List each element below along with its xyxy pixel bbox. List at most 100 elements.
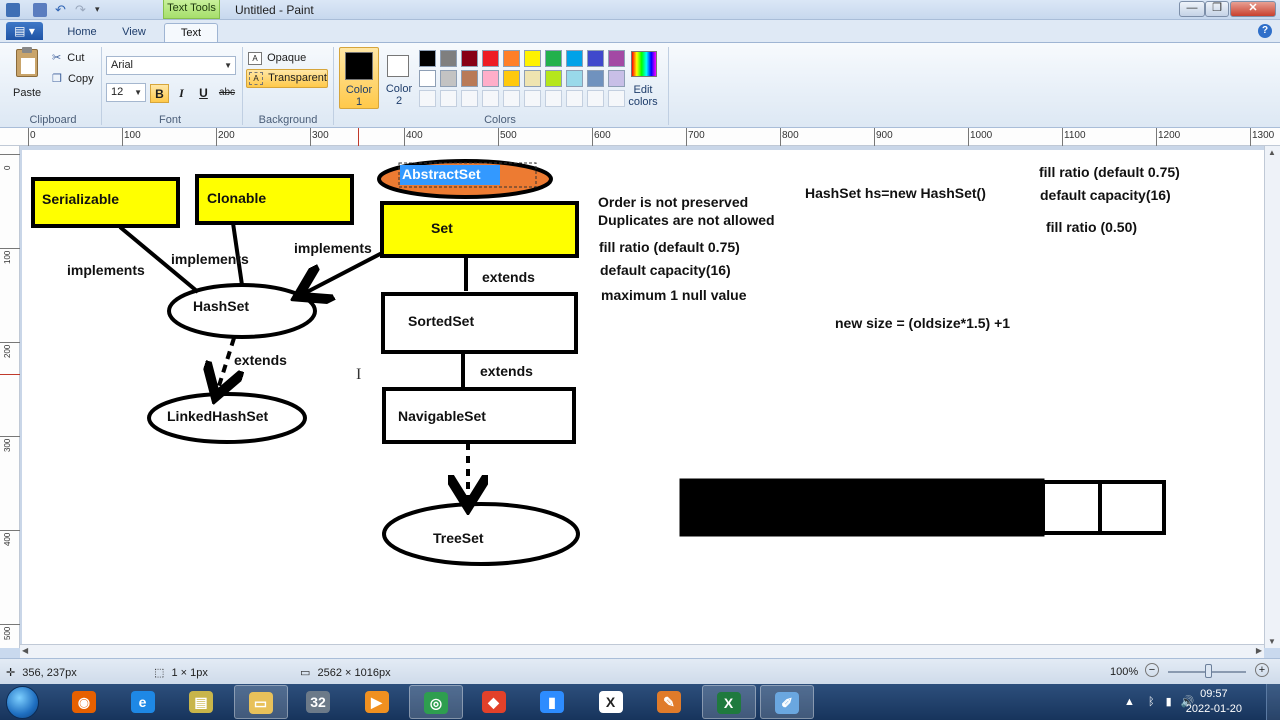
- color1-button[interactable]: Color 1: [339, 47, 379, 109]
- palette-swatch[interactable]: [566, 70, 583, 87]
- taskbar-media-button[interactable]: ▶: [351, 685, 405, 719]
- palette-swatch-empty[interactable]: [587, 90, 604, 107]
- bold-button[interactable]: B: [150, 84, 169, 103]
- palette-swatch[interactable]: [440, 70, 457, 87]
- taskbar-xming-button[interactable]: X: [585, 685, 639, 719]
- scroll-left-icon[interactable]: ◀: [22, 646, 28, 655]
- taskbar-zoom-button[interactable]: ▮: [526, 685, 580, 719]
- transparent-button[interactable]: A Transparent: [246, 69, 328, 88]
- scroll-down-icon[interactable]: ▼: [1268, 637, 1276, 646]
- taskbar-anydesk-button[interactable]: ◆: [468, 685, 522, 719]
- clock[interactable]: 09:57 2022-01-20: [1186, 687, 1242, 717]
- palette-swatch[interactable]: [608, 70, 625, 87]
- palette-swatch[interactable]: [482, 70, 499, 87]
- note-new-size-formula: new size = (oldsize*1.5) +1: [835, 315, 1011, 331]
- scroll-up-icon[interactable]: ▲: [1268, 148, 1276, 157]
- paint-menu-button[interactable]: ▤ ▾: [6, 22, 43, 40]
- palette-swatch[interactable]: [587, 70, 604, 87]
- palette-swatch[interactable]: [566, 50, 583, 67]
- opaque-button[interactable]: A Opaque: [248, 50, 328, 67]
- ruler-tick: [0, 624, 20, 625]
- bluetooth-icon[interactable]: ᛒ: [1148, 696, 1155, 708]
- palette-swatch-empty[interactable]: [566, 90, 583, 107]
- close-button[interactable]: ✕: [1230, 1, 1276, 17]
- ruler-tick: [686, 128, 687, 146]
- implements-label: implements: [171, 251, 249, 267]
- tab-view[interactable]: View: [110, 23, 158, 42]
- italic-button[interactable]: I: [172, 84, 191, 103]
- palette-swatch[interactable]: [503, 50, 520, 67]
- taskbar-notes-button[interactable]: ▤: [175, 685, 229, 719]
- extends-label: extends: [234, 352, 287, 368]
- redo-icon[interactable]: ↷: [75, 3, 89, 17]
- zoom-slider-thumb[interactable]: [1205, 664, 1212, 678]
- palette-swatch[interactable]: [503, 70, 520, 87]
- horizontal-scrollbar[interactable]: ◀ ▶: [20, 644, 1264, 658]
- palette-swatch[interactable]: [587, 50, 604, 67]
- palette-swatch-empty[interactable]: [503, 90, 520, 107]
- palette-swatch[interactable]: [524, 50, 541, 67]
- copy-button[interactable]: ❐ Copy: [52, 72, 94, 85]
- rainbow-palette-icon: [631, 51, 657, 77]
- taskbar-firefox-button[interactable]: ◉: [58, 685, 112, 719]
- minimize-button[interactable]: —: [1179, 1, 1205, 17]
- transparent-label: Transparent: [268, 72, 327, 84]
- font-size-select[interactable]: 12 ▼: [106, 83, 146, 102]
- palette-swatch[interactable]: [419, 50, 436, 67]
- palette-swatch[interactable]: [419, 70, 436, 87]
- abstractset-selected-text[interactable]: AbstractSet: [402, 166, 481, 182]
- drawing-canvas[interactable]: AbstractSet Serializable Clonable Set So…: [22, 150, 1264, 644]
- font-family-select[interactable]: Arial ▼: [106, 56, 236, 75]
- taskbar-tool-button[interactable]: ✎: [643, 685, 697, 719]
- customize-quick-access-icon[interactable]: ▾: [95, 3, 109, 17]
- show-desktop-button[interactable]: [1266, 684, 1280, 720]
- palette-swatch[interactable]: [482, 50, 499, 67]
- paste-button[interactable]: Paste: [8, 47, 46, 103]
- palette-swatch-empty[interactable]: [524, 90, 541, 107]
- palette-swatch[interactable]: [461, 70, 478, 87]
- palette-swatch-empty[interactable]: [608, 90, 625, 107]
- palette-swatch[interactable]: [545, 70, 562, 87]
- color1-label: Color 1: [345, 84, 373, 108]
- image-size: ▭ 2562 × 1016px: [300, 667, 391, 679]
- zoom-out-button[interactable]: −: [1145, 663, 1159, 677]
- palette-swatch[interactable]: [524, 70, 541, 87]
- palette-swatch-empty[interactable]: [461, 90, 478, 107]
- cut-button[interactable]: ✂ Cut: [52, 51, 84, 64]
- start-button[interactable]: [6, 686, 39, 719]
- scroll-right-icon[interactable]: ▶: [1256, 646, 1262, 655]
- clonable-label: Clonable: [207, 190, 267, 206]
- help-icon[interactable]: ?: [1258, 24, 1272, 38]
- network-icon[interactable]: ▮: [1166, 696, 1172, 708]
- taskbar-chrome-button[interactable]: ◎: [409, 685, 463, 719]
- scissors-icon: ✂: [52, 52, 62, 64]
- tab-text[interactable]: Text: [164, 23, 218, 42]
- taskbar-calendar-button[interactable]: 32: [292, 685, 346, 719]
- edit-colors-button[interactable]: Edit colors: [624, 47, 664, 109]
- maximize-button[interactable]: ❐: [1205, 1, 1229, 17]
- palette-swatch[interactable]: [461, 50, 478, 67]
- taskbar-internet-explorer-button[interactable]: e: [117, 685, 171, 719]
- palette-swatch-empty[interactable]: [419, 90, 436, 107]
- paint-app-icon[interactable]: [6, 3, 20, 17]
- taskbar-excel-button[interactable]: X: [701, 685, 756, 719]
- font-size-value: 12: [111, 86, 124, 98]
- palette-swatch[interactable]: [440, 50, 457, 67]
- palette-swatch-empty[interactable]: [482, 90, 499, 107]
- taskbar-paint-button[interactable]: ✐: [760, 685, 814, 719]
- color2-button[interactable]: Color 2: [380, 47, 418, 109]
- underline-button[interactable]: U: [194, 84, 213, 103]
- undo-icon[interactable]: ↶: [55, 3, 69, 17]
- palette-swatch-empty[interactable]: [545, 90, 562, 107]
- zoom-in-button[interactable]: +: [1255, 663, 1269, 677]
- save-icon[interactable]: [33, 3, 47, 17]
- palette-swatch[interactable]: [545, 50, 562, 67]
- taskbar-explorer-button[interactable]: ▭: [233, 685, 288, 719]
- strikethrough-button[interactable]: abc: [216, 84, 238, 103]
- palette-swatch[interactable]: [608, 50, 625, 67]
- calendar-icon: 32: [306, 691, 330, 713]
- tray-expand-icon[interactable]: ▲: [1124, 696, 1135, 708]
- vertical-scrollbar[interactable]: ▲ ▼: [1264, 146, 1280, 648]
- palette-swatch-empty[interactable]: [440, 90, 457, 107]
- tab-home[interactable]: Home: [58, 23, 106, 42]
